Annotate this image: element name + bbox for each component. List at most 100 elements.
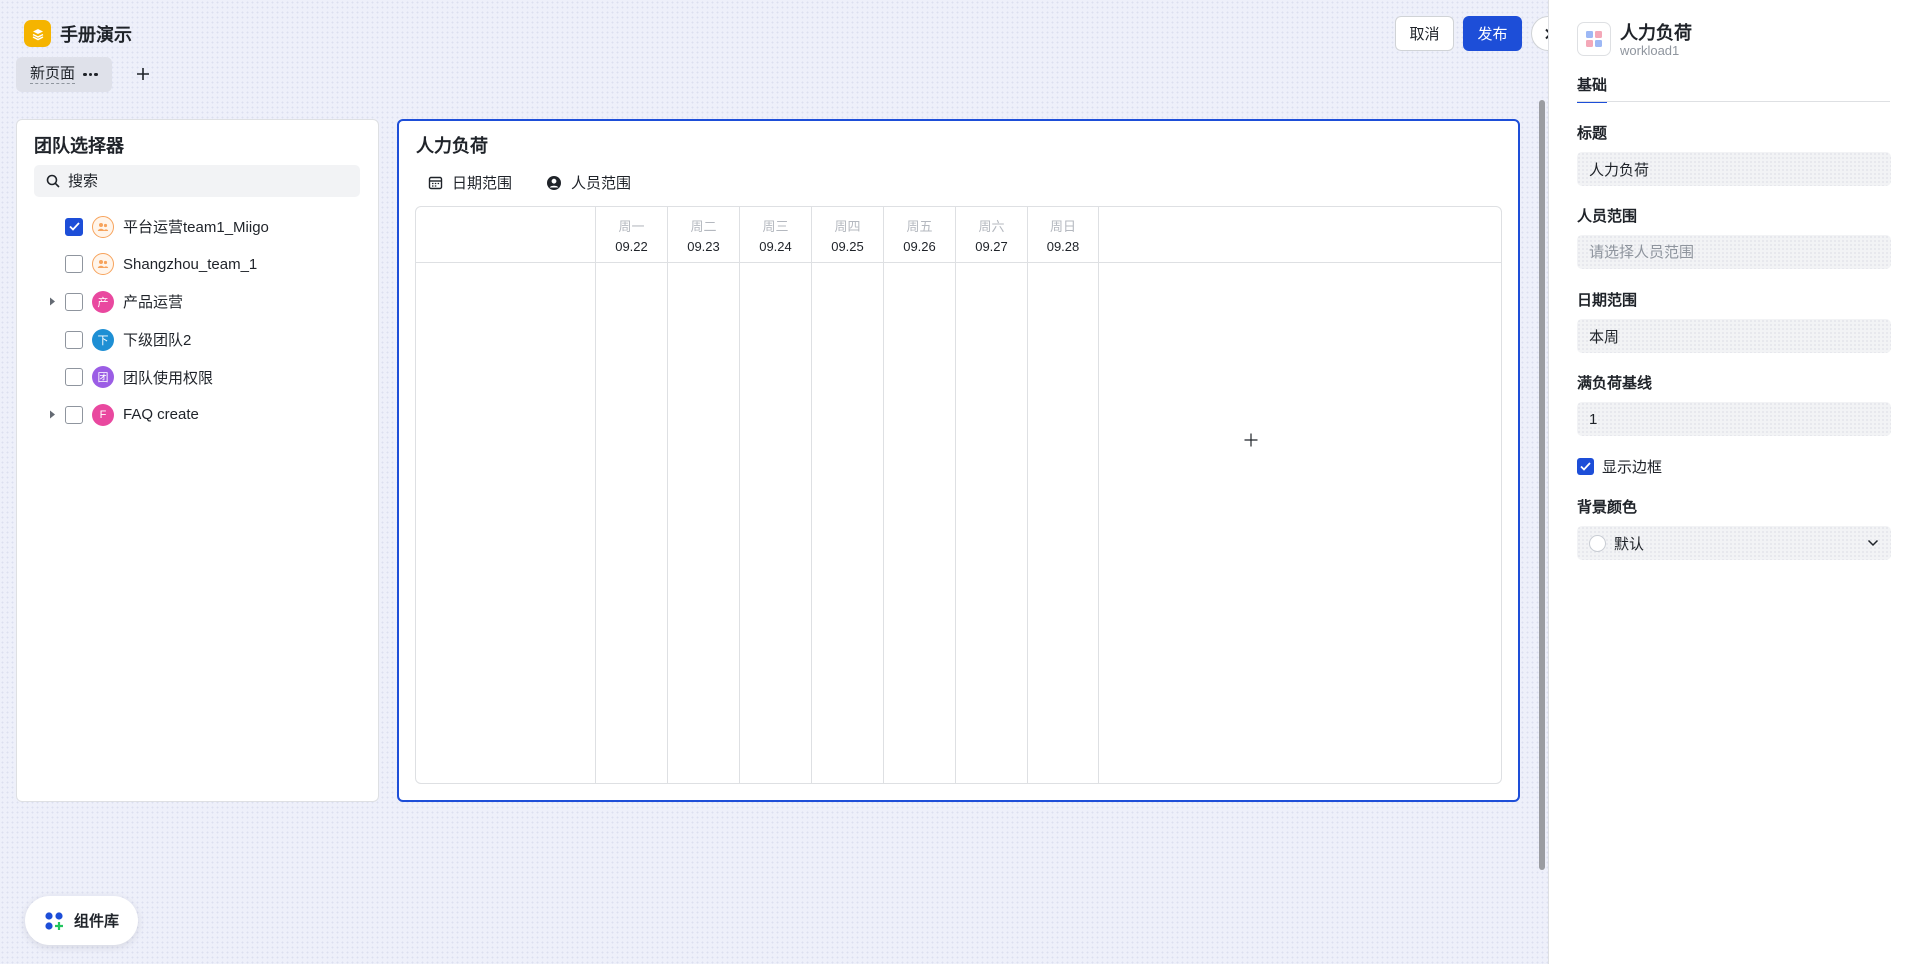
- day-column[interactable]: 周三 09.24: [739, 207, 811, 783]
- team-tree-item[interactable]: Shangzhou_team_1: [17, 246, 378, 284]
- team-search-box[interactable]: [34, 165, 360, 197]
- workload-card[interactable]: 人力负荷 日期范围 人员范围 周一 09.22 周二 09.23 周三 09.24 周四 09…: [397, 119, 1520, 802]
- day-column[interactable]: 周六 09.27: [955, 207, 1027, 783]
- team-avatar: 下: [92, 328, 114, 351]
- team-selector-card: 团队选择器 平台运营team1_Miigo Shangzhou_team_1 产产品…: [16, 119, 379, 802]
- team-avatar: F: [92, 403, 114, 426]
- team-checkbox[interactable]: [65, 217, 83, 236]
- day-column[interactable]: 周五 09.26: [883, 207, 955, 783]
- weekday-label: 周四: [834, 219, 861, 234]
- workload-filters: 日期范围 人员范围: [428, 172, 665, 193]
- team-name: 团队使用权限: [123, 369, 214, 387]
- team-checkbox[interactable]: [65, 255, 83, 274]
- caret-right-icon[interactable]: [47, 297, 57, 307]
- date-label: 09.23: [687, 239, 720, 254]
- page-tab[interactable]: 新页面: [16, 57, 112, 92]
- baseline-field[interactable]: [1577, 402, 1891, 436]
- date-label: 09.27: [975, 239, 1008, 254]
- workload-title: 人力负荷: [416, 136, 488, 156]
- weekday-label: 周二: [690, 219, 717, 234]
- chevron-down-icon: [1867, 538, 1879, 548]
- team-checkbox[interactable]: [65, 330, 83, 349]
- weekday-label: 周三: [762, 219, 789, 234]
- day-header: 周二 09.23: [668, 207, 739, 263]
- date-range-field[interactable]: [1577, 319, 1891, 353]
- team-selector-title: 团队选择器: [34, 136, 124, 156]
- app-title: 手册演示: [60, 25, 132, 45]
- weekday-label: 周一: [618, 219, 645, 234]
- team-tree-item[interactable]: F FAQ create: [17, 396, 378, 434]
- component-library-label: 组件库: [74, 913, 120, 930]
- weekday-label: 周五: [906, 219, 933, 234]
- check-icon: [1580, 462, 1591, 471]
- day-column[interactable]: 周一 09.22: [595, 207, 667, 783]
- date-range-filter[interactable]: 日期范围: [428, 172, 512, 193]
- show-border-row[interactable]: 显示边框: [1577, 456, 1662, 477]
- team-name: Shangzhou_team_1: [123, 255, 258, 273]
- person-icon: [547, 175, 562, 190]
- team-avatar: 团: [92, 366, 114, 389]
- component-library-button[interactable]: 组件库: [25, 896, 138, 945]
- date-range-field-label: 日期范围: [1577, 292, 1638, 309]
- show-border-checkbox[interactable]: [1577, 458, 1594, 475]
- workload-component-icon: [1577, 22, 1611, 56]
- team-tree-item[interactable]: 平台运营team1_Miigo: [17, 208, 378, 246]
- publish-button[interactable]: 发布: [1463, 16, 1522, 51]
- tab-basic[interactable]: 基础: [1577, 74, 1608, 103]
- weekday-label: 周日: [1049, 219, 1076, 234]
- panel-title: 人力负荷: [1620, 23, 1692, 43]
- day-header: 周一 09.22: [596, 207, 667, 263]
- caret-right-icon[interactable]: [47, 410, 57, 420]
- bg-color-field-label: 背景颜色: [1577, 499, 1638, 516]
- team-tree: 平台运营team1_Miigo Shangzhou_team_1 产产品运营下下级团…: [17, 208, 378, 434]
- team-search-input[interactable]: [68, 172, 348, 190]
- team-avatar: 产: [92, 290, 114, 313]
- people-range-field-label: 人员范围: [1577, 208, 1638, 225]
- app-logo-icon: [24, 20, 51, 47]
- day-column[interactable]: 周二 09.23: [667, 207, 739, 783]
- bg-color-select[interactable]: 默认: [1577, 526, 1891, 560]
- calendar-icon: [428, 176, 443, 190]
- weekday-label: 周六: [978, 219, 1005, 234]
- top-bar: 手册演示 新页面 取消 发布: [0, 0, 1565, 100]
- team-name: 平台运营team1_Miigo: [123, 219, 269, 237]
- people-range-filter-label: 人员范围: [571, 175, 632, 192]
- show-border-label: 显示边框: [1602, 459, 1663, 476]
- day-column[interactable]: 周日 09.28: [1027, 207, 1099, 783]
- team-checkbox[interactable]: [65, 292, 83, 311]
- date-range-filter-label: 日期范围: [452, 175, 513, 192]
- panel-subtitle: workload1: [1620, 43, 1680, 58]
- tab-divider: [1577, 101, 1890, 102]
- date-label: 09.24: [759, 239, 792, 254]
- people-icon: [92, 215, 114, 238]
- people-icon: [92, 253, 114, 276]
- page-tab-label: 新页面: [30, 65, 76, 84]
- team-checkbox[interactable]: [65, 368, 83, 387]
- date-label: 09.22: [615, 239, 648, 254]
- team-tree-item[interactable]: 团团队使用权限: [17, 358, 378, 396]
- team-tree-item[interactable]: 下下级团队2: [17, 321, 378, 359]
- components-icon: [45, 911, 63, 930]
- team-tree-item[interactable]: 产产品运营: [17, 283, 378, 321]
- date-label: 09.25: [831, 239, 864, 254]
- add-page-icon[interactable]: [133, 64, 153, 84]
- title-field[interactable]: [1577, 152, 1891, 186]
- date-label: 09.26: [903, 239, 936, 254]
- canvas-scrollbar[interactable]: [1537, 100, 1547, 870]
- team-name: FAQ create: [123, 406, 199, 424]
- baseline-field-label: 满负荷基线: [1577, 375, 1653, 392]
- plus-icon[interactable]: [1243, 432, 1259, 448]
- team-name: 产品运营: [123, 294, 184, 312]
- cancel-button[interactable]: 取消: [1395, 16, 1454, 51]
- day-header: 周五 09.26: [884, 207, 955, 263]
- search-icon: [46, 174, 60, 188]
- scrollbar-thumb[interactable]: [1539, 100, 1545, 870]
- more-icon[interactable]: [83, 72, 98, 77]
- people-range-filter[interactable]: 人员范围: [546, 172, 631, 193]
- property-panel: 人力负荷 workload1 基础 标题 人员范围 日期范围 满负荷基线 显示边…: [1548, 0, 1916, 964]
- day-column[interactable]: 周四 09.25: [811, 207, 883, 783]
- workload-grid[interactable]: 周一 09.22 周二 09.23 周三 09.24 周四 09.25 周五 09.26 周六 09.…: [415, 206, 1502, 784]
- day-header: 周日 09.28: [1028, 207, 1098, 263]
- team-checkbox[interactable]: [65, 405, 83, 424]
- people-range-field[interactable]: [1577, 235, 1891, 269]
